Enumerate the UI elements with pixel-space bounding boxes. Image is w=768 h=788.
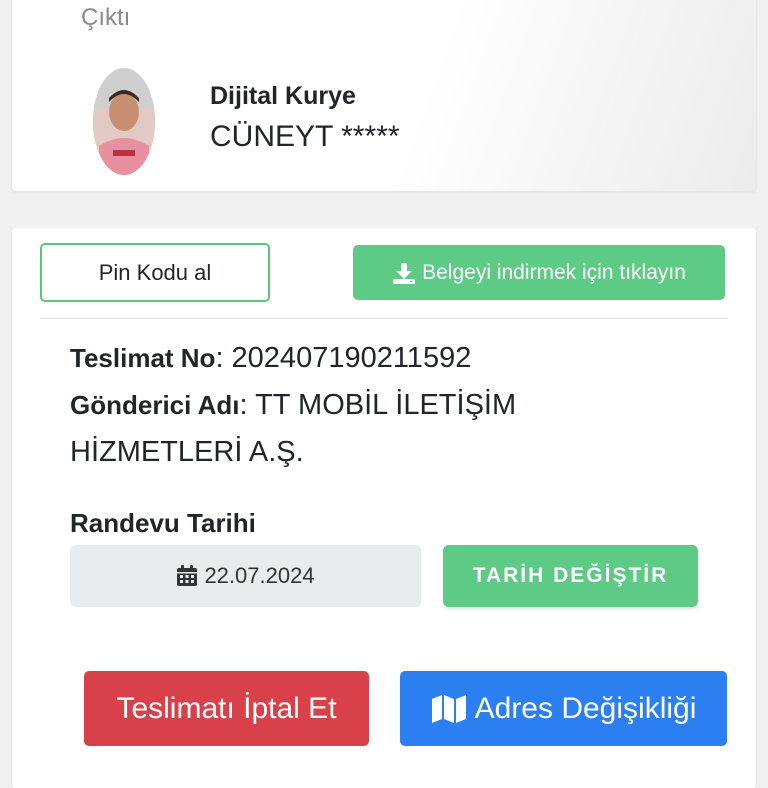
courier-title: Dijital Kurye	[210, 82, 356, 110]
download-document-button[interactable]: Belgeyi indirmek için tıklayın	[353, 245, 725, 300]
change-date-label: TARİH DEĞİŞTİR	[472, 564, 669, 587]
address-change-label: Adres Değişikliği	[474, 691, 697, 725]
download-label: Belgeyi indirmek için tıklayın	[422, 260, 686, 284]
divider	[40, 318, 728, 319]
address-change-button[interactable]: Adres Değişikliği	[400, 671, 727, 746]
sender-row: Gönderici Adı: TT MOBİL İLETİŞİM HİZMETL…	[70, 382, 590, 476]
appointment-date-label: Randevu Tarihi	[70, 508, 256, 538]
appointment-date-field[interactable]: 22.07.2024	[70, 545, 421, 607]
courier-avatar	[93, 68, 155, 175]
sender-label: Gönderici Adı	[70, 390, 240, 420]
calendar-icon	[176, 565, 198, 587]
delivery-no-row: Teslimat No: 202407190211592	[70, 335, 630, 382]
status-text: Çıktı	[81, 4, 131, 31]
cancel-delivery-label: Teslimatı İptal Et	[116, 691, 337, 725]
courier-name: CÜNEYT *****	[210, 120, 400, 153]
map-icon	[431, 694, 467, 724]
appointment-date-value: 22.07.2024	[204, 563, 315, 588]
cancel-delivery-button[interactable]: Teslimatı İptal Et	[84, 671, 369, 746]
download-icon	[392, 262, 416, 284]
pin-code-button[interactable]: Pin Kodu al	[40, 243, 270, 302]
pin-code-label: Pin Kodu al	[98, 259, 212, 285]
change-date-button[interactable]: TARİH DEĞİŞTİR	[443, 545, 698, 607]
delivery-no-value: : 202407190211592	[215, 342, 472, 374]
courier-photo	[93, 68, 155, 175]
delivery-no-label: Teslimat No	[70, 343, 216, 373]
